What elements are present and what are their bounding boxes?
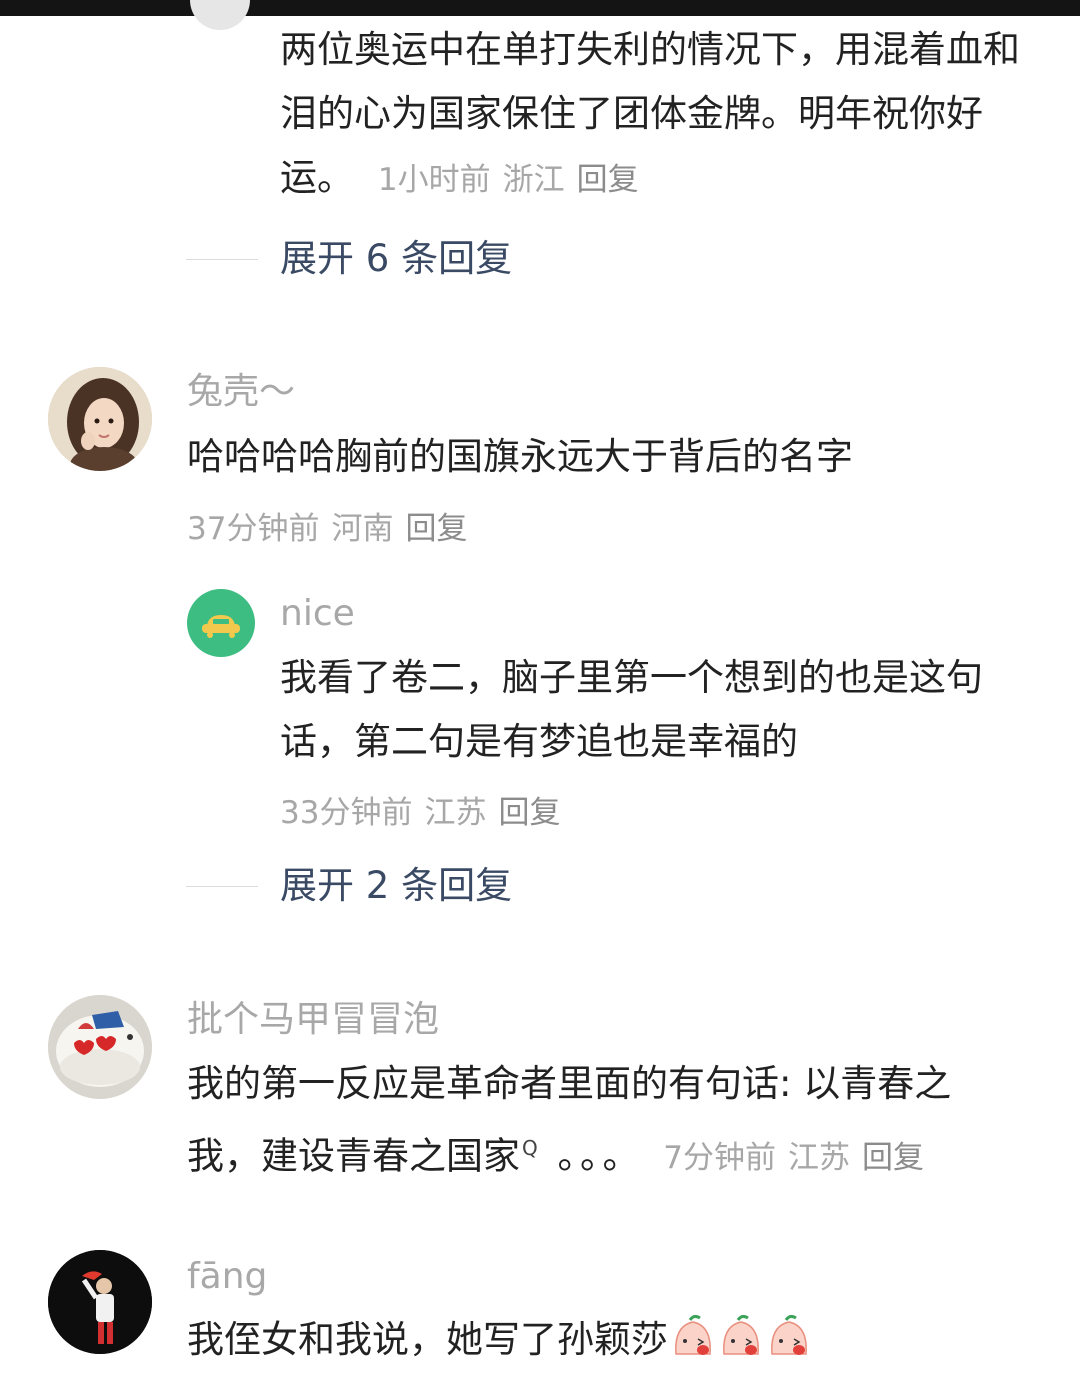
avatar[interactable] — [187, 589, 255, 657]
search-keyword-icon[interactable]: Q — [522, 1136, 538, 1160]
comment-meta: 37分钟前 河南 回复 — [187, 503, 479, 548]
expand-replies-button[interactable]: 展开 2 条回复 — [280, 862, 512, 910]
comment-time: 37分钟前 — [187, 511, 320, 547]
avatar-portrait — [48, 367, 152, 471]
status-bar — [0, 0, 1080, 16]
avatar[interactable] — [48, 367, 152, 471]
comment-location: 河南 — [331, 511, 394, 547]
reply-button[interactable]: 回复 — [577, 162, 639, 198]
reply-time: 33分钟前 — [280, 795, 413, 831]
comment-time: 1小时前 — [377, 162, 491, 198]
divider — [186, 259, 258, 260]
username[interactable]: nice — [280, 592, 355, 636]
expand-replies-button[interactable]: 展开 6 条回复 — [280, 235, 512, 283]
reply-button[interactable]: 回复 — [498, 795, 560, 831]
avatar[interactable] — [48, 1250, 152, 1354]
username[interactable]: fāng — [187, 1255, 267, 1299]
divider — [186, 886, 258, 887]
username[interactable]: 批个马甲冒冒泡 — [187, 998, 439, 1042]
reply-button[interactable]: 回复 — [405, 511, 467, 547]
comment-text: 我的第一反应是革命者里面的有句话: 以青春之 我，建设青春之国家 Q 。。。 7分… — [187, 1062, 952, 1178]
comment-text: 哈哈哈哈胸前的国旗永远大于背后的名字 — [187, 435, 853, 478]
comment-text: 两位奥运中在单打失利的情况下，用混着血和泪的心为国家保住了团体金牌。明年祝你好运… — [280, 28, 1020, 199]
comment-location: 浙江 — [502, 162, 565, 198]
athlete-avatar — [48, 1250, 152, 1354]
reply-button[interactable]: 回复 — [862, 1140, 924, 1176]
peach-emoji-icon — [675, 1314, 711, 1355]
avatar-partial[interactable] — [190, 0, 250, 30]
reply-text: 我看了卷二，脑子里第一个想到的也是这句话，第二句是有梦追也是幸福的 — [280, 656, 983, 763]
comment-location: 江苏 — [788, 1140, 851, 1177]
comment-time: 7分钟前 — [663, 1140, 777, 1177]
avatar[interactable] — [48, 995, 152, 1099]
reply-location: 江苏 — [424, 795, 487, 831]
username[interactable]: 兔壳～ — [187, 370, 295, 414]
cake-avatar — [48, 995, 152, 1099]
comment-text: 我侄女和我说，她写了孙颖莎 — [187, 1308, 812, 1372]
peach-emoji-icon — [771, 1314, 807, 1355]
peach-emoji-icon — [723, 1314, 759, 1355]
car-avatar-icon — [202, 615, 240, 638]
reply-meta: 33分钟前 江苏 回复 — [280, 787, 572, 832]
